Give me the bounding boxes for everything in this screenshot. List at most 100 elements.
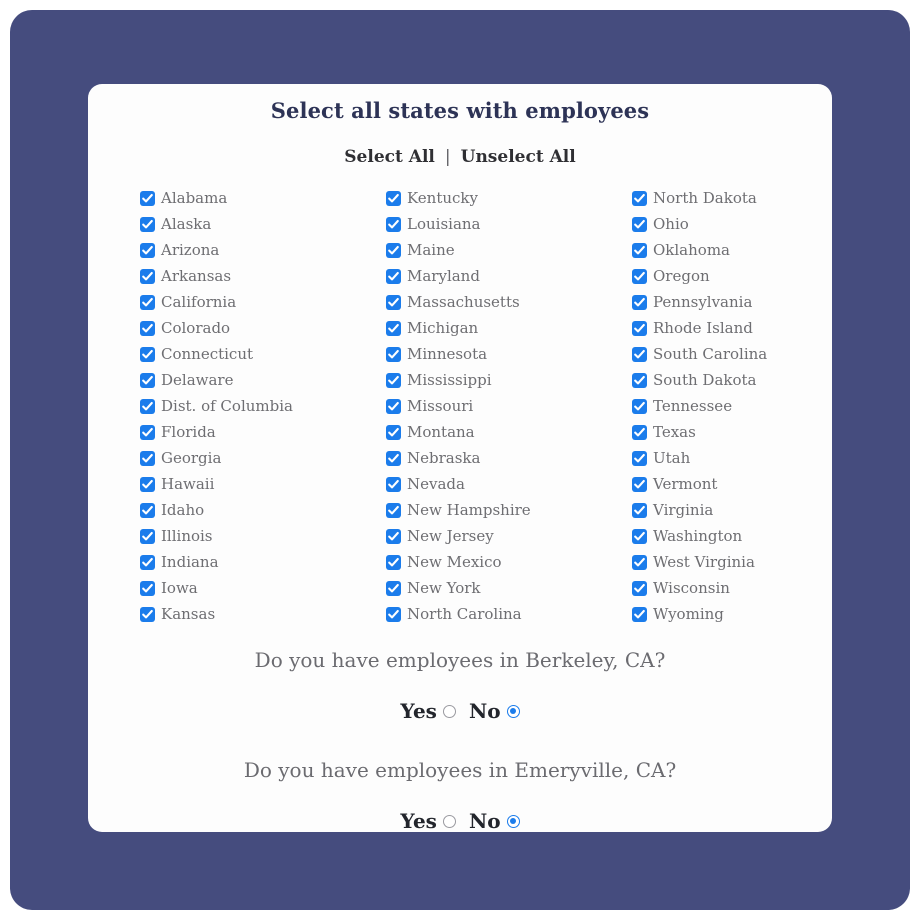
state-option-massachusetts[interactable]: Massachusetts — [386, 289, 632, 315]
radio-option-no[interactable]: No — [469, 699, 520, 723]
checkbox-checked-icon[interactable] — [386, 216, 401, 232]
state-option-south-dakota[interactable]: South Dakota — [632, 367, 832, 393]
state-option-rhode-island[interactable]: Rhode Island — [632, 315, 832, 341]
state-option-nebraska[interactable]: Nebraska — [386, 445, 632, 471]
checkbox-checked-icon[interactable] — [632, 242, 647, 258]
radio-unselected-icon[interactable] — [442, 704, 456, 718]
checkbox-checked-icon[interactable] — [632, 346, 647, 362]
state-option-alabama[interactable]: Alabama — [140, 185, 386, 211]
radio-selected-icon[interactable] — [506, 704, 520, 718]
state-option-minnesota[interactable]: Minnesota — [386, 341, 632, 367]
state-option-utah[interactable]: Utah — [632, 445, 832, 471]
checkbox-checked-icon[interactable] — [386, 346, 401, 362]
checkbox-checked-icon[interactable] — [386, 190, 401, 206]
state-option-idaho[interactable]: Idaho — [140, 497, 386, 523]
select-all-link[interactable]: Select All — [344, 147, 435, 167]
state-option-maryland[interactable]: Maryland — [386, 263, 632, 289]
state-option-new-hampshire[interactable]: New Hampshire — [386, 497, 632, 523]
state-option-missouri[interactable]: Missouri — [386, 393, 632, 419]
checkbox-checked-icon[interactable] — [632, 476, 647, 492]
state-option-connecticut[interactable]: Connecticut — [140, 341, 386, 367]
checkbox-checked-icon[interactable] — [632, 424, 647, 440]
checkbox-checked-icon[interactable] — [140, 294, 155, 310]
state-option-kansas[interactable]: Kansas — [140, 601, 386, 627]
state-option-georgia[interactable]: Georgia — [140, 445, 386, 471]
checkbox-checked-icon[interactable] — [140, 502, 155, 518]
state-option-wyoming[interactable]: Wyoming — [632, 601, 832, 627]
state-option-oklahoma[interactable]: Oklahoma — [632, 237, 832, 263]
checkbox-checked-icon[interactable] — [632, 580, 647, 596]
checkbox-checked-icon[interactable] — [386, 268, 401, 284]
state-option-dist-of-columbia[interactable]: Dist. of Columbia — [140, 393, 386, 419]
checkbox-checked-icon[interactable] — [140, 450, 155, 466]
checkbox-checked-icon[interactable] — [632, 320, 647, 336]
state-option-new-mexico[interactable]: New Mexico — [386, 549, 632, 575]
checkbox-checked-icon[interactable] — [140, 320, 155, 336]
checkbox-checked-icon[interactable] — [140, 580, 155, 596]
checkbox-checked-icon[interactable] — [140, 216, 155, 232]
checkbox-checked-icon[interactable] — [386, 398, 401, 414]
checkbox-checked-icon[interactable] — [386, 320, 401, 336]
checkbox-checked-icon[interactable] — [386, 424, 401, 440]
checkbox-checked-icon[interactable] — [632, 372, 647, 388]
checkbox-checked-icon[interactable] — [140, 606, 155, 622]
state-option-north-carolina[interactable]: North Carolina — [386, 601, 632, 627]
state-option-hawaii[interactable]: Hawaii — [140, 471, 386, 497]
checkbox-checked-icon[interactable] — [632, 216, 647, 232]
checkbox-checked-icon[interactable] — [140, 476, 155, 492]
checkbox-checked-icon[interactable] — [140, 190, 155, 206]
checkbox-checked-icon[interactable] — [386, 528, 401, 544]
state-option-new-york[interactable]: New York — [386, 575, 632, 601]
checkbox-checked-icon[interactable] — [140, 554, 155, 570]
checkbox-checked-icon[interactable] — [632, 502, 647, 518]
state-option-louisiana[interactable]: Louisiana — [386, 211, 632, 237]
state-option-mississippi[interactable]: Mississippi — [386, 367, 632, 393]
checkbox-checked-icon[interactable] — [632, 528, 647, 544]
state-option-arkansas[interactable]: Arkansas — [140, 263, 386, 289]
checkbox-checked-icon[interactable] — [632, 190, 647, 206]
state-option-delaware[interactable]: Delaware — [140, 367, 386, 393]
radio-option-yes[interactable]: Yes — [400, 809, 456, 832]
state-option-ohio[interactable]: Ohio — [632, 211, 832, 237]
state-option-west-virginia[interactable]: West Virginia — [632, 549, 832, 575]
checkbox-checked-icon[interactable] — [140, 372, 155, 388]
checkbox-checked-icon[interactable] — [632, 450, 647, 466]
state-option-tennessee[interactable]: Tennessee — [632, 393, 832, 419]
state-option-north-dakota[interactable]: North Dakota — [632, 185, 832, 211]
checkbox-checked-icon[interactable] — [632, 606, 647, 622]
state-option-virginia[interactable]: Virginia — [632, 497, 832, 523]
state-option-washington[interactable]: Washington — [632, 523, 832, 549]
state-option-iowa[interactable]: Iowa — [140, 575, 386, 601]
checkbox-checked-icon[interactable] — [386, 554, 401, 570]
state-option-maine[interactable]: Maine — [386, 237, 632, 263]
state-option-alaska[interactable]: Alaska — [140, 211, 386, 237]
radio-selected-icon[interactable] — [506, 814, 520, 828]
checkbox-checked-icon[interactable] — [632, 398, 647, 414]
state-option-kentucky[interactable]: Kentucky — [386, 185, 632, 211]
checkbox-checked-icon[interactable] — [140, 528, 155, 544]
radio-option-no[interactable]: No — [469, 809, 520, 832]
state-option-pennsylvania[interactable]: Pennsylvania — [632, 289, 832, 315]
state-option-california[interactable]: California — [140, 289, 386, 315]
checkbox-checked-icon[interactable] — [386, 606, 401, 622]
state-option-illinois[interactable]: Illinois — [140, 523, 386, 549]
state-option-michigan[interactable]: Michigan — [386, 315, 632, 341]
state-option-wisconsin[interactable]: Wisconsin — [632, 575, 832, 601]
checkbox-checked-icon[interactable] — [140, 346, 155, 362]
radio-unselected-icon[interactable] — [442, 814, 456, 828]
state-option-new-jersey[interactable]: New Jersey — [386, 523, 632, 549]
state-option-south-carolina[interactable]: South Carolina — [632, 341, 832, 367]
checkbox-checked-icon[interactable] — [140, 398, 155, 414]
unselect-all-link[interactable]: Unselect All — [461, 147, 576, 167]
checkbox-checked-icon[interactable] — [632, 268, 647, 284]
checkbox-checked-icon[interactable] — [140, 268, 155, 284]
state-option-montana[interactable]: Montana — [386, 419, 632, 445]
checkbox-checked-icon[interactable] — [386, 242, 401, 258]
checkbox-checked-icon[interactable] — [140, 424, 155, 440]
state-option-nevada[interactable]: Nevada — [386, 471, 632, 497]
state-option-texas[interactable]: Texas — [632, 419, 832, 445]
state-option-indiana[interactable]: Indiana — [140, 549, 386, 575]
checkbox-checked-icon[interactable] — [386, 450, 401, 466]
checkbox-checked-icon[interactable] — [386, 502, 401, 518]
state-option-oregon[interactable]: Oregon — [632, 263, 832, 289]
